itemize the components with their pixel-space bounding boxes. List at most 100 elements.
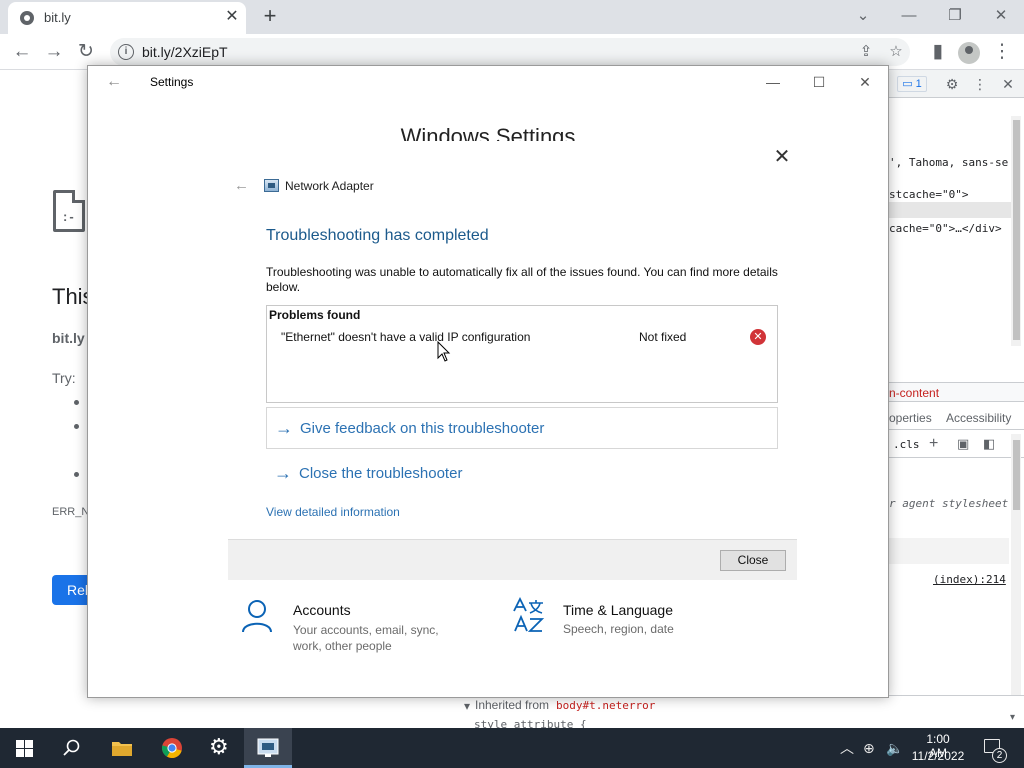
url-text[interactable]: bit.ly/2XziEpT [142, 44, 228, 60]
scroll-down-icon[interactable]: ▾ [1010, 712, 1015, 723]
problems-header: Problems found [269, 308, 361, 322]
globe-icon [20, 11, 34, 25]
reload-icon[interactable]: ↻ [74, 40, 98, 64]
info-icon[interactable]: i [118, 44, 134, 60]
back-icon[interactable]: ← [10, 40, 34, 64]
profile-icon[interactable] [958, 42, 980, 64]
gear-icon: ⚙ [209, 734, 229, 759]
devtools-header: ▭ 1 ⚙ ⋮ ✕ [889, 70, 1024, 98]
inherited-selector[interactable]: body#t.neterror [556, 699, 655, 712]
menu-icon[interactable]: ⋮ [990, 40, 1014, 64]
taskbar-chrome[interactable] [148, 728, 196, 768]
issues-icon: ▭ [902, 78, 913, 90]
tab-properties[interactable]: operties [889, 411, 932, 425]
star-icon[interactable]: ☆ [886, 42, 906, 62]
time-language-title[interactable]: Time & Language [563, 602, 673, 618]
troubleshooter-breadcrumb: Network Adapter [285, 179, 374, 193]
network-globe-icon[interactable]: ⊕ [863, 739, 875, 757]
breadcrumb[interactable]: n-content [889, 382, 1024, 402]
more-icon[interactable]: ⋮ [971, 75, 989, 93]
browser-tabstrip: bit.ly ✕ + ⌄ — ❐ ✕ [0, 0, 1024, 34]
close-window-icon[interactable]: ✕ [850, 72, 880, 92]
folder-icon [112, 742, 132, 756]
clock-date[interactable]: 11/2/2022 [906, 749, 970, 763]
close-troubleshooter-link[interactable]: → Close the troubleshooter [266, 453, 778, 495]
network-adapter-icon [257, 738, 279, 757]
paint-icon[interactable]: ▣ [957, 436, 969, 452]
mouse-cursor-icon [437, 341, 451, 362]
devtools-styles-footer: ▾ Inherited from body#t.neterror style a… [454, 695, 1024, 731]
sidepanel-icon[interactable]: ▮ [926, 40, 950, 64]
taskbar-settings[interactable]: ⚙ [196, 728, 244, 768]
plus-icon[interactable]: + [258, 4, 282, 28]
maximize-icon[interactable]: ☐ [804, 72, 834, 92]
error-icon: ✕ [750, 329, 766, 345]
chevron-down-icon[interactable]: ⌄ [848, 4, 878, 28]
styles-section [889, 538, 1009, 564]
troubleshooter-description: Troubleshooting was unable to automatica… [266, 265, 778, 294]
feedback-link-label[interactable]: Give feedback on this troubleshooter [300, 420, 544, 437]
taskbar-troubleshooter[interactable] [244, 728, 292, 768]
volume-icon[interactable]: 🔈 [886, 739, 903, 757]
accounts-description: Your accounts, email, sync, work, other … [293, 623, 439, 653]
taskbar-file-explorer[interactable] [98, 728, 146, 768]
list-item [74, 424, 79, 429]
minimize-icon[interactable]: — [758, 72, 788, 92]
source-link[interactable]: (index):214 [933, 573, 1006, 586]
dialog-footer: Close [228, 539, 797, 580]
close-window-icon[interactable]: ✕ [986, 4, 1016, 28]
accounts-title[interactable]: Accounts [293, 602, 351, 618]
chrome-icon [161, 738, 182, 759]
problems-list: Problems found "Ethernet" doesn't have a… [266, 305, 778, 403]
chevron-up-icon[interactable]: ︿ [840, 739, 854, 757]
tab-accessibility[interactable]: Accessibility [946, 411, 1011, 425]
problem-text[interactable]: "Ethernet" doesn't have a valid IP confi… [281, 330, 530, 344]
devtools-subtabs: operties Accessibility [889, 406, 1024, 430]
back-icon[interactable]: ← [234, 177, 252, 195]
list-item [74, 400, 79, 405]
arrow-right-icon: → [275, 418, 293, 438]
problem-status: Not fixed [639, 330, 687, 344]
share-icon[interactable]: ⇪ [856, 42, 876, 62]
selected-code-line[interactable] [889, 202, 1011, 218]
error-host: bit.ly [52, 330, 85, 346]
cls-toggle[interactable]: .cls [893, 438, 920, 451]
troubleshooter-heading: Troubleshooting has completed [266, 227, 489, 244]
close-troubleshooter-label[interactable]: Close the troubleshooter [299, 465, 462, 482]
search-icon [63, 739, 80, 756]
gear-icon[interactable]: ⚙ [943, 75, 961, 93]
close-icon[interactable]: ✕ [222, 7, 242, 27]
issues-count: 1 [915, 78, 922, 90]
close-icon[interactable]: ✕ [772, 147, 792, 167]
forward-icon[interactable]: → [42, 40, 66, 64]
sad-page-icon: :- [53, 190, 85, 232]
start-button[interactable] [0, 728, 48, 768]
search-button[interactable] [48, 728, 96, 768]
minimize-icon[interactable]: — [894, 4, 924, 28]
browser-tab[interactable]: bit.ly ✕ [8, 2, 246, 34]
view-details-link[interactable]: View detailed information [266, 505, 400, 519]
plus-icon[interactable]: + [929, 435, 938, 453]
error-try-label: Try: [52, 370, 76, 386]
issues-badge[interactable]: ▭ 1 [897, 76, 927, 92]
close-button[interactable]: Close [720, 550, 786, 571]
back-icon[interactable]: ← [102, 72, 126, 92]
window-title: Settings [150, 75, 194, 89]
styles-filter-bar: .cls + ▣ ◧ [889, 432, 1024, 458]
breadcrumb-item[interactable]: n-content [889, 386, 939, 400]
address-bar[interactable]: i bit.ly/2XziEpT ⇪ ☆ [110, 38, 910, 66]
language-icon[interactable] [511, 597, 545, 633]
scroll-down-icon[interactable]: ▾ [464, 699, 470, 713]
code-line: stcache="0"> [889, 188, 969, 201]
restore-icon[interactable]: ❐ [940, 4, 970, 28]
close-icon[interactable]: ✕ [999, 75, 1017, 93]
list-item [74, 472, 79, 477]
feedback-link[interactable]: → Give feedback on this troubleshooter [266, 407, 778, 449]
person-icon[interactable] [241, 599, 273, 633]
code-line: cache="0">…</div> [889, 222, 1002, 235]
sidebar-toggle-icon[interactable]: ◧ [983, 436, 995, 452]
code-line: ', Tahoma, sans-se [889, 156, 1009, 169]
scrollbar-thumb[interactable] [1013, 440, 1020, 510]
taskbar: ⚙ ︿ ⊕ 🔈 1:00 AM 11/2/2022 2 [0, 728, 1024, 768]
scrollbar-thumb[interactable] [1013, 120, 1020, 340]
